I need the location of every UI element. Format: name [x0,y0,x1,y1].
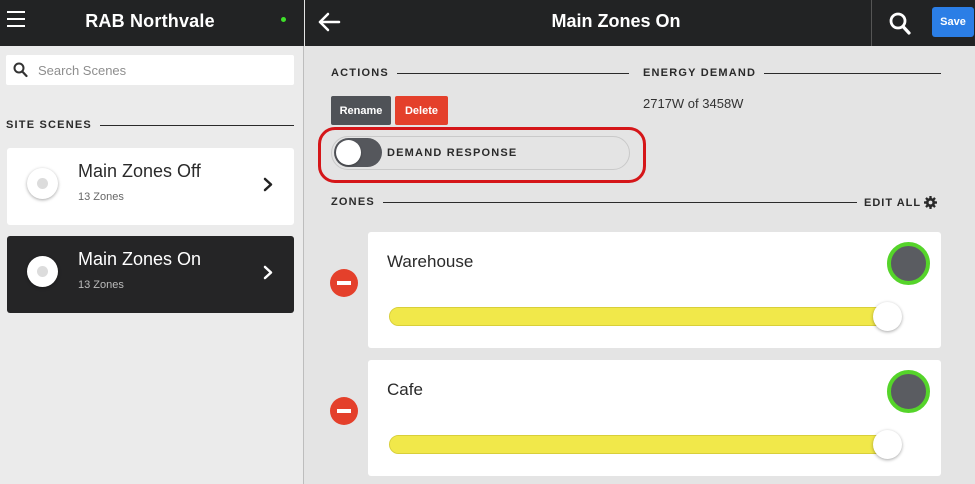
divider [99,124,294,126]
app-root: RAB Northvale SITE SCENES Main Zones Off… [0,0,975,484]
chevron-right-icon [263,265,273,280]
slider-fill [390,436,900,453]
section-label: SITE SCENES [6,119,92,131]
section-label: ZONES [331,196,375,208]
zones-section-header: ZONES [331,196,857,208]
main-header: Main Zones On Save [305,0,975,46]
site-title: RAB Northvale [85,11,215,31]
rename-button[interactable]: Rename [331,96,391,125]
search-input[interactable] [38,60,278,80]
save-button[interactable]: Save [932,7,974,37]
remove-zone-button[interactable] [330,397,358,425]
section-label: ACTIONS [331,67,389,79]
scene-search[interactable] [6,55,294,85]
scene-radio[interactable] [27,168,58,199]
scene-zone-count: 13 Zones [78,191,124,203]
demand-response-label: DEMAND RESPONSE [387,147,518,159]
zone-level-slider[interactable] [389,435,901,454]
scene-name: Main Zones On [78,249,202,269]
energy-section-header: ENERGY DEMAND [643,67,941,79]
slider-fill [390,308,900,325]
zone-status-indicator[interactable] [887,370,930,413]
actions-section-header: ACTIONS [331,67,629,79]
zone-level-slider[interactable] [389,307,901,326]
edit-all-button[interactable]: EDIT ALL [864,196,938,209]
scene-zone-count: 13 Zones [78,279,124,291]
divider [764,72,941,74]
zone-name: Cafe [387,380,423,399]
connection-status-dot [281,17,286,22]
chevron-right-icon [263,177,273,192]
sidebar-header: RAB Northvale [0,0,304,46]
divider [396,72,629,74]
zone-name: Warehouse [387,252,474,271]
slider-thumb[interactable] [873,430,902,459]
sidebar: RAB Northvale SITE SCENES Main Zones Off… [0,0,304,484]
demand-response-toggle[interactable] [334,138,382,167]
zone-card-cafe: Cafe [368,360,941,476]
scene-item-main-zones-off[interactable]: Main Zones Off 13 Zones [7,148,294,225]
divider [382,201,857,203]
delete-button[interactable]: Delete [395,96,448,125]
remove-zone-button[interactable] [330,269,358,297]
scene-name: Main Zones Off [78,161,201,181]
gear-icon [924,196,938,209]
scene-radio[interactable] [27,256,58,287]
zone-card-warehouse: Warehouse [368,232,941,348]
scene-item-main-zones-on[interactable]: Main Zones On 13 Zones [7,236,294,313]
section-label: ENERGY DEMAND [643,67,757,79]
zone-status-indicator[interactable] [887,242,930,285]
edit-all-label: EDIT ALL [864,196,922,209]
search-icon [889,12,911,35]
search-icon [13,62,28,78]
energy-demand-value: 2717W of 3458W [643,96,744,111]
site-scenes-section-header: SITE SCENES [6,119,294,131]
slider-thumb[interactable] [873,302,902,331]
search-button[interactable] [871,0,927,46]
page-title: Main Zones On [551,11,681,31]
